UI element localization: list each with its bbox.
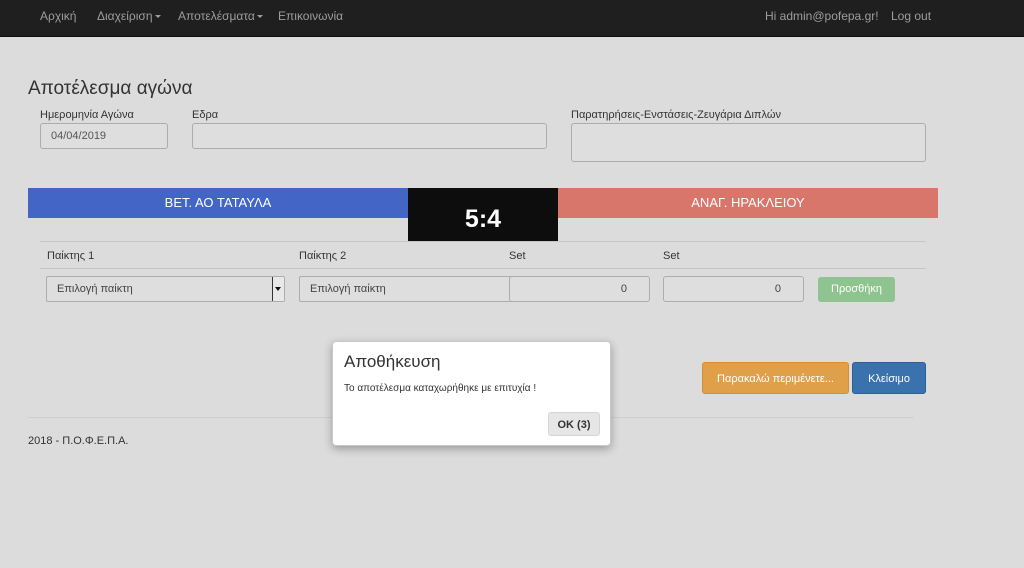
home-team-banner: ΒΕΤ. ΑΟ ΤΑΤΑΥΛΑ	[28, 188, 408, 218]
notes-label: Παρατηρήσεις-Ενστάσεις-Ζευγάρια Διπλών	[571, 109, 781, 121]
close-button[interactable]: Κλείσιμο	[852, 362, 926, 394]
save-dialog: Αποθήκευση Το αποτέλεσμα καταχωρήθηκε με…	[332, 341, 611, 446]
caret-down-icon	[256, 15, 263, 19]
page-title: Αποτέλεσμα αγώνα	[28, 78, 193, 99]
set1-input[interactable]: 0	[509, 276, 650, 302]
date-input[interactable]	[40, 123, 168, 149]
caret-down-icon	[154, 15, 161, 19]
nav-management-label: Διαχείριση	[97, 9, 153, 23]
navbar: Αρχική Διαχείριση Αποτελέσματα Επικοινων…	[0, 0, 1024, 37]
venue-label: Εδρα	[192, 109, 219, 121]
venue-input[interactable]	[192, 123, 547, 149]
ok-button[interactable]: OK (3)	[548, 412, 600, 436]
header-player1: Παίκτης 1	[47, 250, 95, 262]
table-header-divider	[40, 268, 926, 269]
please-wait-button[interactable]: Παρακαλώ περιμένετε...	[702, 362, 849, 394]
table-top-divider	[40, 241, 926, 242]
set2-input[interactable]: 0	[663, 276, 804, 302]
nav-results-label: Αποτελέσματα	[178, 9, 255, 23]
nav-logout-link[interactable]: Log out	[891, 0, 931, 34]
nav-user-greeting[interactable]: Hi admin@pofepa.gr!	[765, 0, 879, 34]
nav-results-dropdown[interactable]: Αποτελέσματα	[178, 0, 263, 34]
header-set1: Set	[509, 250, 526, 262]
notes-textarea[interactable]	[571, 123, 926, 162]
header-player2: Παίκτης 2	[299, 250, 347, 262]
away-team-banner: ΑΝΑΓ. ΗΡΑΚΛΕΙΟΥ	[558, 188, 938, 218]
nav-home-link[interactable]: Αρχική	[40, 0, 76, 34]
match-score: 5:4	[408, 188, 558, 241]
player2-select[interactable]: Επιλογή παίκτη	[299, 276, 538, 302]
player1-select-value: Επιλογή παίκτη	[57, 283, 133, 295]
nav-management-dropdown[interactable]: Διαχείριση	[97, 0, 161, 34]
dialog-title: Αποθήκευση	[344, 352, 441, 371]
date-label: Ημερομηνία Αγώνα	[40, 109, 134, 121]
dialog-message: Το αποτέλεσμα καταχωρήθηκε με επιτυχία !	[344, 383, 537, 394]
player1-select[interactable]: Επιλογή παίκτη	[46, 276, 285, 302]
footer-text: 2018 - Π.Ο.Φ.Ε.Π.Α.	[28, 435, 129, 447]
add-game-button[interactable]: Προσθήκη	[818, 277, 895, 302]
dropdown-arrow-icon	[272, 277, 284, 301]
player2-select-value: Επιλογή παίκτη	[310, 283, 386, 295]
header-set2: Set	[663, 250, 680, 262]
nav-contact-link[interactable]: Επικοινωνία	[278, 0, 343, 34]
